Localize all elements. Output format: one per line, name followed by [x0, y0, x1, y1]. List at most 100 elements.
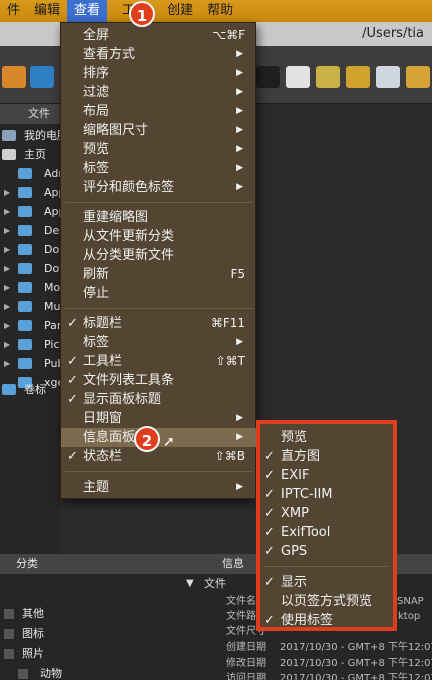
menu-item-rating-color-labels[interactable]: 评分和颜色标签 ▶: [61, 178, 257, 197]
window-path: /Users/tia: [362, 26, 424, 41]
menu-separator: [65, 308, 253, 309]
menu-item-rebuild-thumbnails[interactable]: 重建缩略图: [61, 208, 257, 227]
submenu-item-tab-preview[interactable]: 以页签方式预览: [260, 592, 393, 611]
computer-icon: [2, 130, 16, 141]
tree-item-folder[interactable]: ▶ Dow: [0, 259, 68, 278]
menu-item-layout[interactable]: 布局 ▶: [61, 102, 257, 121]
mouse-cursor-icon: ➚: [163, 434, 175, 450]
folders-panel-header: 文件夹: [0, 104, 60, 140]
expand-arrow-icon[interactable]: ▶: [4, 354, 10, 373]
checkmark-icon: ✓: [264, 613, 275, 628]
category-panel-header: 分类: [0, 554, 180, 574]
menu-item-sort[interactable]: 排序 ▶: [61, 64, 257, 83]
tree-item-home[interactable]: 主页: [0, 145, 60, 164]
tool-icon-1[interactable]: [2, 66, 26, 88]
submenu-item-use-tags[interactable]: ✓ 使用标签: [260, 611, 393, 630]
menu-item-refresh[interactable]: 刷新 F5: [61, 265, 257, 284]
menu-item-view-mode[interactable]: 查看方式 ▶: [61, 45, 257, 64]
category-checkbox[interactable]: [4, 649, 14, 659]
tree-item-folder[interactable]: ▶ Par: [0, 316, 61, 335]
info-panel-title: 信息: [222, 557, 244, 570]
menu-item-tabs[interactable]: 标签 ▶: [61, 333, 257, 352]
submenu-item-exif[interactable]: ✓ EXIF: [260, 466, 393, 485]
menu-item-show-panel-titles[interactable]: ✓ 显示面板标题: [61, 390, 257, 409]
tree-item-computer[interactable]: 我的电脑: [0, 126, 68, 145]
tree-item-folder[interactable]: ▶ Pict: [0, 335, 64, 354]
menu-create[interactable]: 创建: [160, 0, 200, 22]
submenu-arrow-icon: ▶: [236, 413, 243, 423]
expand-arrow-icon[interactable]: ▶: [4, 202, 10, 221]
menu-view[interactable]: 查看: [67, 0, 108, 22]
category-checkbox[interactable]: [4, 609, 14, 619]
tool-icon-2[interactable]: [30, 66, 54, 88]
print-icon[interactable]: [286, 66, 310, 88]
tool-icon-last[interactable]: [406, 66, 430, 88]
category-item[interactable]: 图标: [0, 624, 180, 644]
category-checkbox[interactable]: [4, 629, 14, 639]
menu-separator: [65, 471, 253, 472]
menu-item-date-window[interactable]: 日期窗 ▶: [61, 409, 257, 428]
expand-arrow-icon[interactable]: ▶: [4, 221, 10, 240]
expand-arrow-icon[interactable]: ▶: [4, 335, 10, 354]
image-edit-icon[interactable]: [346, 66, 370, 88]
checkmark-icon: ✓: [67, 392, 78, 407]
tree-item-folder[interactable]: ▶ Des: [0, 221, 65, 240]
menu-item-fullscreen[interactable]: 全屏 ⌥⌘F: [61, 26, 257, 45]
category-checkbox[interactable]: [18, 669, 28, 679]
expand-arrow-icon[interactable]: ▶: [4, 183, 10, 202]
menu-item-title-bar[interactable]: ✓ 标题栏 ⌘F11: [61, 314, 257, 333]
menu-item-thumbnail-size[interactable]: 缩略图尺寸 ▶: [61, 121, 257, 140]
expand-arrow-icon[interactable]: ▶: [4, 316, 10, 335]
submenu-item-iptc[interactable]: ✓ IPTC-IIM: [260, 485, 393, 504]
folder-icon: [18, 320, 32, 331]
submenu-item-preview[interactable]: 预览: [260, 428, 393, 447]
checkmark-icon: ✓: [264, 487, 275, 502]
binoculars-icon[interactable]: [256, 66, 280, 88]
submenu-item-show[interactable]: ✓ 显示: [260, 573, 393, 592]
menu-item-stop[interactable]: 停止: [61, 284, 257, 303]
camera-icon[interactable]: [376, 66, 400, 88]
menu-item-toolbar[interactable]: ✓ 工具栏 ⇧⌘T: [61, 352, 257, 371]
submenu-arrow-icon: ▶: [236, 432, 243, 442]
submenu-item-exiftool[interactable]: ✓ ExifTool: [260, 523, 393, 542]
category-item[interactable]: 其他: [0, 604, 180, 624]
category-item[interactable]: 照片: [0, 644, 180, 664]
folder-icon: [18, 301, 32, 312]
menu-item-theme[interactable]: 主题 ▶: [61, 478, 257, 497]
menu-item-update-files-from-categories[interactable]: 从分类更新文件: [61, 246, 257, 265]
submenu-item-histogram[interactable]: ✓ 直方图: [260, 447, 393, 466]
info-row: 访问日期 2017/10/30 - GMT+8 下午12:07:: [226, 673, 432, 680]
menu-help[interactable]: 帮助: [200, 0, 240, 22]
menu-item-update-categories-from-files[interactable]: 从文件更新分类: [61, 227, 257, 246]
expand-arrow-icon[interactable]: ▶: [4, 240, 10, 259]
submenu-item-gps[interactable]: ✓ GPS: [260, 542, 393, 561]
tree-item-folder[interactable]: ▶ Mus: [0, 297, 66, 316]
tree-item-volumes[interactable]: 卷标: [0, 380, 60, 399]
folder-icon: [18, 187, 32, 198]
export-icon[interactable]: [316, 66, 340, 88]
expand-arrow-icon[interactable]: ▶: [4, 259, 10, 278]
menu-item-preview[interactable]: 预览 ▶: [61, 140, 257, 159]
tree-item-folder[interactable]: ▶ Mov: [0, 278, 67, 297]
folder-icon: [18, 282, 32, 293]
menu-edit[interactable]: 编辑: [27, 0, 67, 22]
folder-icon: [18, 225, 32, 236]
menu-item-file-list-toolbar[interactable]: ✓ 文件列表工具条: [61, 371, 257, 390]
menu-file[interactable]: 件: [0, 0, 27, 22]
checkmark-icon: ✓: [264, 544, 275, 559]
tree-item-folder[interactable]: ▶ Doc: [0, 240, 65, 259]
checkmark-icon: ✓: [264, 525, 275, 540]
menu-item-filter[interactable]: 过滤 ▶: [61, 83, 257, 102]
expand-arrow-icon[interactable]: ▶: [4, 278, 10, 297]
tree-item-folder[interactable]: ▶ App: [0, 202, 66, 221]
tree-item-folder[interactable]: ▶ App: [0, 183, 66, 202]
menu-item-tags[interactable]: 标签 ▶: [61, 159, 257, 178]
tree-item-folder[interactable]: ▶ Pub: [0, 354, 64, 373]
category-item[interactable]: 动物: [0, 664, 180, 680]
submenu-item-xmp[interactable]: ✓ XMP: [260, 504, 393, 523]
menu-item-status-bar[interactable]: ✓ 状态栏 ⇧⌘B: [61, 447, 257, 466]
tree-item-folder[interactable]: Adm: [0, 164, 69, 183]
expand-arrow-icon[interactable]: ▶: [4, 297, 10, 316]
submenu-arrow-icon: ▶: [236, 182, 243, 192]
category-panel-title: 分类: [16, 557, 38, 570]
